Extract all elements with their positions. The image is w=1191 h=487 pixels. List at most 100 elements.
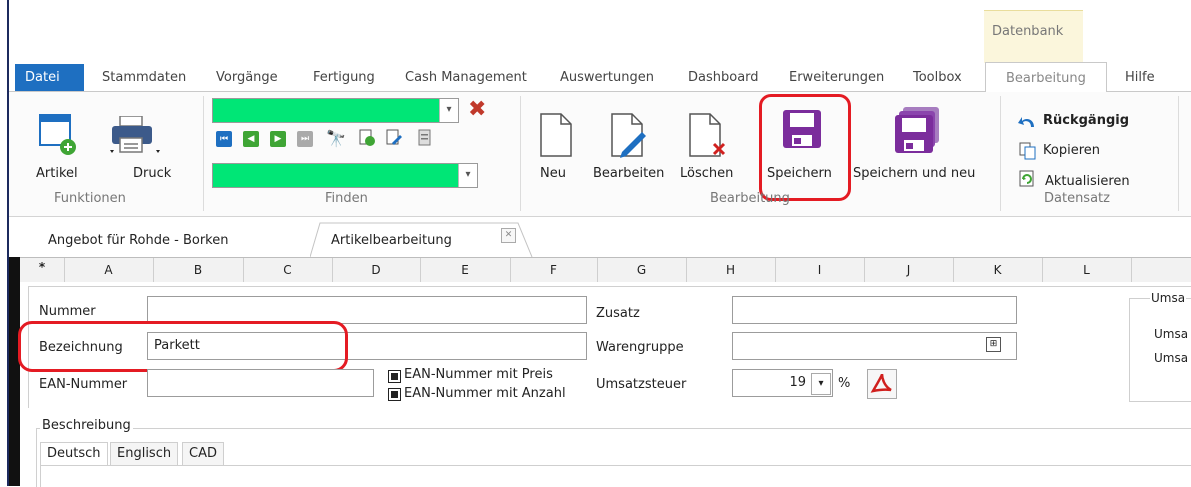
umsatz-line-1: Umsa <box>1154 327 1189 341</box>
aktualisieren-button[interactable]: Aktualisieren <box>1045 174 1130 189</box>
zusatz-field[interactable] <box>732 296 1017 324</box>
column-header[interactable]: D <box>332 258 421 282</box>
druck-button[interactable] <box>110 115 170 164</box>
last-record-icon[interactable]: ⏭ <box>297 131 313 147</box>
new-window-icon <box>39 114 76 155</box>
nummer-label: Nummer <box>39 304 96 319</box>
next-record-icon[interactable]: ▶ <box>270 131 286 147</box>
menu-cash-management[interactable]: Cash Management <box>405 70 527 85</box>
menu-datei[interactable]: Datei <box>15 64 84 91</box>
group-separator <box>1178 96 1179 211</box>
save-multiple-icon <box>895 107 939 153</box>
speichern-highlight <box>759 94 851 201</box>
close-tab-icon[interactable]: ✕ <box>501 228 516 243</box>
warengruppe-label: Warengruppe <box>596 340 684 355</box>
first-record-icon[interactable]: ⏮ <box>216 131 232 147</box>
group-separator <box>203 96 204 211</box>
document-icon[interactable] <box>416 129 434 147</box>
column-header[interactable]: I <box>775 258 865 282</box>
copy-icon[interactable] <box>1019 142 1037 160</box>
tree-dropdown-icon[interactable]: ⊞ <box>986 337 1001 352</box>
umsatz-groupbox <box>1129 298 1191 402</box>
ean-preis-label: EAN-Nummer mit Preis <box>404 367 553 382</box>
context-tab-header: Datenbank <box>984 10 1083 63</box>
column-header[interactable]: L <box>1042 258 1132 282</box>
doc-tab-artikelbearbeitung[interactable]: Artikelbearbeitung <box>331 233 452 248</box>
column-corner[interactable]: * <box>20 258 65 282</box>
undo-icon[interactable] <box>1018 113 1038 131</box>
menu-stammdaten[interactable]: Stammdaten <box>102 70 186 85</box>
menu-fertigung[interactable]: Fertigung <box>313 70 375 85</box>
beschreibung-editor[interactable] <box>40 465 1191 487</box>
doc-tab-angebot[interactable]: Angebot für Rohde - Borken <box>48 233 228 248</box>
beschreibung-label: Beschreibung <box>40 418 133 433</box>
menu-toolbox[interactable]: Toolbox <box>913 70 962 85</box>
ean-label: EAN-Nummer <box>39 377 128 392</box>
artikel-button[interactable] <box>38 113 78 161</box>
umsatzsteuer-label: Umsatzsteuer <box>596 377 687 392</box>
ribbon <box>9 92 1191 217</box>
delete-document-icon <box>689 113 726 157</box>
group-separator <box>1000 96 1001 211</box>
column-header[interactable]: J <box>864 258 954 282</box>
neu-button[interactable] <box>539 112 575 162</box>
refresh-document-icon[interactable] <box>358 129 376 147</box>
column-header[interactable]: A <box>64 258 154 282</box>
refresh-icon[interactable] <box>1019 170 1037 188</box>
chevron-down-icon[interactable]: ▾ <box>439 99 458 122</box>
column-header[interactable]: B <box>153 258 244 282</box>
umsatz-group-title: Umsa <box>1150 291 1187 305</box>
menu-erweiterungen[interactable]: Erweiterungen <box>789 70 884 85</box>
bezeichnung-highlight <box>18 321 348 372</box>
menu-vorgaenge[interactable]: Vorgänge <box>216 70 278 85</box>
chevron-down-icon[interactable]: ▾ <box>811 373 831 395</box>
loeschen-button[interactable] <box>688 112 728 162</box>
kopieren-button[interactable]: Kopieren <box>1043 143 1100 158</box>
bearbeiten-button[interactable] <box>610 112 650 162</box>
group-datensatz-label: Datensatz <box>1044 191 1110 206</box>
finder-combo-bottom[interactable]: ▾ <box>212 163 478 188</box>
druck-label: Druck <box>133 166 172 181</box>
edit-document-icon[interactable] <box>385 129 403 147</box>
binoculars-icon[interactable]: 🔭 <box>326 129 346 148</box>
column-header[interactable]: E <box>420 258 511 282</box>
ean-anzahl-checkbox[interactable] <box>388 388 401 401</box>
ean-anzahl-label: EAN-Nummer mit Anzahl <box>404 386 566 401</box>
ean-field[interactable] <box>147 369 374 397</box>
group-finden-label: Finden <box>325 191 368 206</box>
ean-preis-checkbox[interactable] <box>388 370 401 383</box>
rueckgaengig-button[interactable]: Rückgängig <box>1043 113 1129 128</box>
close-icon[interactable]: ✖ <box>468 99 486 121</box>
speichern-und-neu-button[interactable] <box>895 106 943 158</box>
new-document-icon <box>540 113 572 157</box>
chevron-down-icon[interactable]: ▾ <box>458 164 477 187</box>
printer-icon <box>110 115 160 153</box>
menu-dashboard[interactable]: Dashboard <box>688 70 759 85</box>
column-header[interactable]: C <box>243 258 333 282</box>
group-separator <box>520 96 521 211</box>
finder-combo-top[interactable]: ▾ <box>212 98 459 123</box>
tab-deutsch[interactable]: Deutsch <box>40 442 108 465</box>
column-header[interactable]: F <box>510 258 598 282</box>
group-funktionen-label: Funktionen <box>54 191 126 206</box>
column-header[interactable]: G <box>597 258 687 282</box>
neu-label: Neu <box>540 166 566 181</box>
previous-record-icon[interactable]: ◀ <box>243 131 259 147</box>
column-header[interactable]: H <box>686 258 776 282</box>
loeschen-label: Löschen <box>680 166 734 181</box>
tab-cad[interactable]: CAD <box>182 442 224 465</box>
tab-englisch[interactable]: Englisch <box>110 442 179 465</box>
umsatzsteuer-unit: % <box>838 376 851 391</box>
umsatz-line-2: Umsa <box>1154 351 1189 365</box>
column-header[interactable]: K <box>953 258 1043 282</box>
menu-bearbeitung[interactable]: Bearbeitung <box>985 62 1107 93</box>
context-tab-label: Datenbank <box>992 24 1064 39</box>
pdf-icon[interactable] <box>867 369 897 399</box>
nummer-field[interactable] <box>147 296 587 324</box>
menu-hilfe[interactable]: Hilfe <box>1125 70 1155 85</box>
menu-auswertungen[interactable]: Auswertungen <box>560 70 654 85</box>
warengruppe-field[interactable] <box>732 332 1017 360</box>
speichern-und-neu-label: Speichern und neu <box>853 166 976 181</box>
artikel-label: Artikel <box>36 166 78 181</box>
column-header-row: * A B C D E F G H I J K L <box>20 257 1191 283</box>
